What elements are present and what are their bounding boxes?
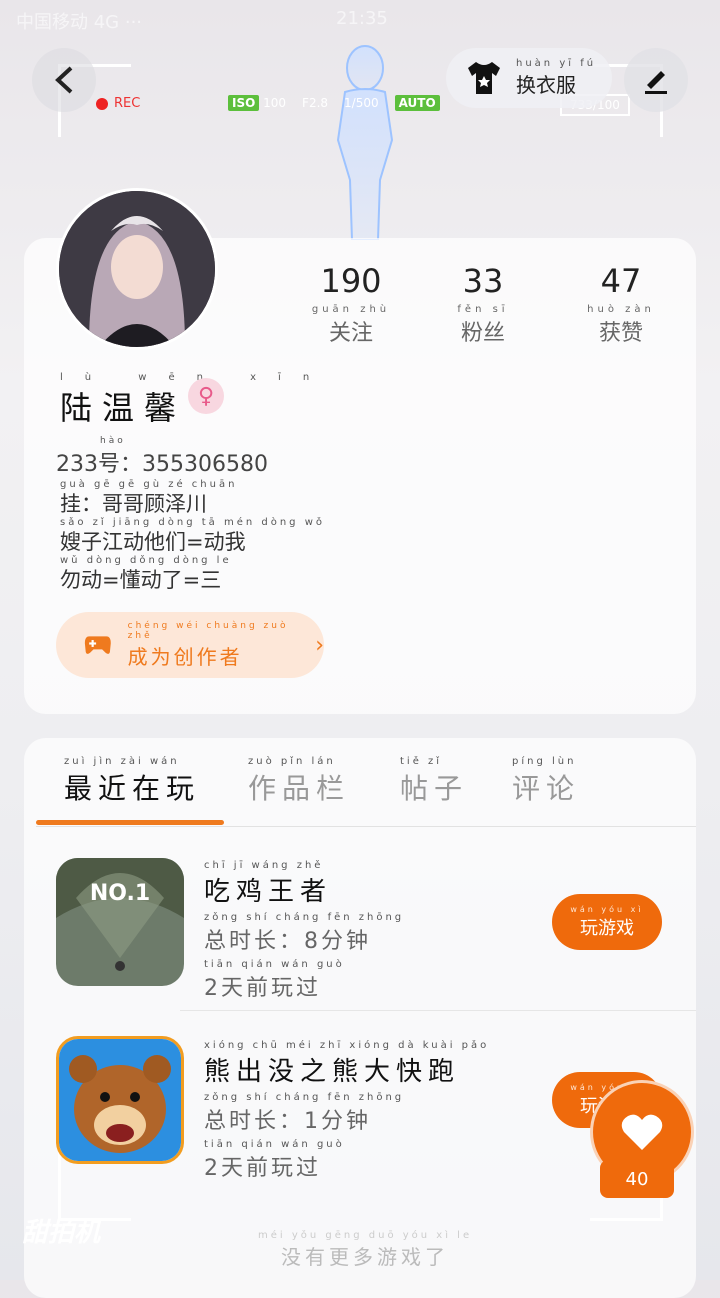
- bio-pinyin: guà gē gē gù zé chuān: [60, 479, 238, 490]
- game-playtime: 总时长：1分钟: [204, 1109, 371, 1134]
- character-figure: [336, 45, 394, 240]
- tab-label: 作品栏: [248, 772, 351, 805]
- tab-works[interactable]: zuò pǐn lán 作品栏: [248, 756, 350, 807]
- game-icon-image: [59, 1039, 181, 1161]
- bio-pinyin: wǔ dòng dǒng dòng le: [60, 555, 232, 566]
- edit-button[interactable]: [624, 48, 688, 112]
- rec-dot-icon: [96, 97, 108, 110]
- play-game-button[interactable]: wán yóu xì 玩游戏: [552, 894, 662, 950]
- stat-number: 33: [462, 262, 504, 300]
- user-id: hào 233号：355306580: [56, 436, 268, 478]
- game-title: 吃鸡王者: [204, 877, 333, 907]
- outfit-label: 换衣服: [516, 73, 576, 97]
- stat-pinyin: fěn sī: [457, 304, 509, 315]
- stat-label: 粉丝: [460, 321, 505, 346]
- back-button[interactable]: [32, 48, 96, 112]
- camera-settings: ISO 100 F2.8 1/500 AUTO: [228, 95, 440, 111]
- like-count: 40: [600, 1160, 674, 1198]
- heart-icon: [621, 1114, 663, 1150]
- game-icon-bear[interactable]: [56, 1036, 184, 1164]
- game-last-played: 2天前玩过: [204, 1156, 321, 1181]
- auto-tag: AUTO: [394, 95, 440, 111]
- tab-pinyin: píng lùn: [512, 756, 577, 767]
- footer-pinyin: méi yǒu gēng duō yóu xì le: [258, 1230, 473, 1241]
- user-bio: guà gē gē gù zé chuān 挂：哥哥顾泽川 sǎo zǐ jiā…: [60, 480, 325, 594]
- game-ago-pinyin: tiān qián wán guò: [204, 1139, 345, 1150]
- game-playtime: 总时长：8分钟: [204, 929, 371, 954]
- stat-likes[interactable]: 47 huò zàn 获赞: [556, 262, 686, 347]
- tab-posts[interactable]: tiě zǐ 帖子: [400, 756, 468, 807]
- carrier-text: 中国移动 4G ···: [16, 12, 143, 33]
- game-title-pinyin: xióng chū méi zhī xióng dà kuài pǎo: [204, 1040, 490, 1051]
- become-creator-button[interactable]: chéng wéi chuàng zuò zhě 成为创作者 ›: [56, 612, 324, 678]
- game-title: 熊出没之熊大快跑: [204, 1057, 461, 1087]
- game-title-pinyin: chī jī wáng zhě: [204, 860, 324, 871]
- tab-label: 评论: [512, 772, 581, 805]
- stat-pinyin: guān zhù: [311, 304, 391, 315]
- bio-line: 嫂子江动他们=动我: [60, 530, 246, 554]
- chevron-right-icon: ›: [315, 632, 324, 658]
- tab-recently-played[interactable]: zuì jìn zài wán 最近在玩: [64, 756, 200, 807]
- bio-line: 勿动=懂动了=三: [60, 568, 222, 592]
- female-icon: ♀: [188, 378, 224, 414]
- outfit-pinyin: huàn yī fú: [516, 58, 597, 69]
- aperture: F2.8: [302, 96, 329, 110]
- rec-indicator: REC: [96, 96, 140, 111]
- bio-pinyin: sǎo zǐ jiāng dòng tā mén dòng wǒ: [60, 517, 325, 528]
- change-outfit-button[interactable]: huàn yī fú 换衣服: [446, 48, 612, 108]
- tab-comments[interactable]: píng lùn 评论: [512, 756, 580, 807]
- footer-text: 没有更多游戏了: [281, 1245, 450, 1269]
- bio-line: 挂：哥哥顾泽川: [60, 492, 207, 516]
- tab-label: 帖子: [400, 772, 469, 805]
- gamepad-icon: [84, 636, 111, 654]
- creator-pinyin: chéng wéi chuàng zuò zhě: [127, 620, 289, 641]
- play-label: 玩游戏: [579, 917, 634, 939]
- game-icon-image: NO.1: [56, 858, 184, 986]
- status-bar: 中国移动 4G ··· 21:35: [0, 0, 720, 36]
- iso-value: 100: [263, 96, 287, 110]
- id-pinyin: hào: [100, 436, 126, 446]
- game-time-pinyin: zǒng shí cháng fēn zhōng: [204, 912, 405, 923]
- active-tab-indicator: [36, 820, 224, 825]
- stat-number: 47: [600, 262, 642, 300]
- avatar-image: [59, 191, 215, 347]
- row-divider: [180, 1010, 696, 1011]
- game-ago-pinyin: tiān qián wán guò: [204, 959, 345, 970]
- chevron-left-icon: [55, 66, 73, 94]
- creator-label: 成为创作者: [127, 644, 243, 669]
- avatar[interactable]: [56, 188, 218, 350]
- game-info: chī jī wáng zhě 吃鸡王者 zǒng shí cháng fēn …: [204, 860, 404, 1002]
- stat-following[interactable]: 190 guān zhù 关注: [286, 262, 416, 347]
- no-more-games: méi yǒu gēng duō yóu xì le 没有更多游戏了: [258, 1230, 472, 1270]
- shutter: 1/500: [344, 96, 379, 110]
- shirt-icon: [468, 62, 500, 94]
- tab-pinyin: tiě zǐ: [400, 756, 443, 767]
- rec-label: REC: [114, 96, 141, 111]
- tab-divider: [36, 826, 696, 827]
- game-icon-chiji[interactable]: NO.1: [56, 858, 184, 986]
- clock: 21:35: [336, 8, 388, 29]
- stat-label: 关注: [328, 321, 373, 346]
- stat-number: 190: [320, 262, 382, 300]
- stat-pinyin: huò zàn: [587, 304, 655, 315]
- id-text: 233号：355306580: [56, 452, 268, 477]
- game-icon-label: NO.1: [90, 881, 150, 906]
- camera-brand: 甜拍机: [22, 1218, 101, 1248]
- stat-fans[interactable]: 33 fěn sī 粉丝: [418, 262, 548, 347]
- game-last-played: 2天前玩过: [204, 976, 321, 1001]
- edit-icon: [645, 71, 667, 94]
- tab-label: 最近在玩: [64, 772, 201, 805]
- play-pinyin: wán yóu xì: [570, 904, 644, 914]
- game-info: xióng chū méi zhī xióng dà kuài pǎo 熊出没之…: [204, 1040, 489, 1182]
- tab-pinyin: zuò pǐn lán: [248, 756, 336, 767]
- game-time-pinyin: zǒng shí cháng fēn zhōng: [204, 1092, 405, 1103]
- iso-tag: ISO: [228, 95, 260, 111]
- tab-pinyin: zuì jìn zài wán: [64, 756, 180, 767]
- stat-label: 获赞: [598, 321, 643, 346]
